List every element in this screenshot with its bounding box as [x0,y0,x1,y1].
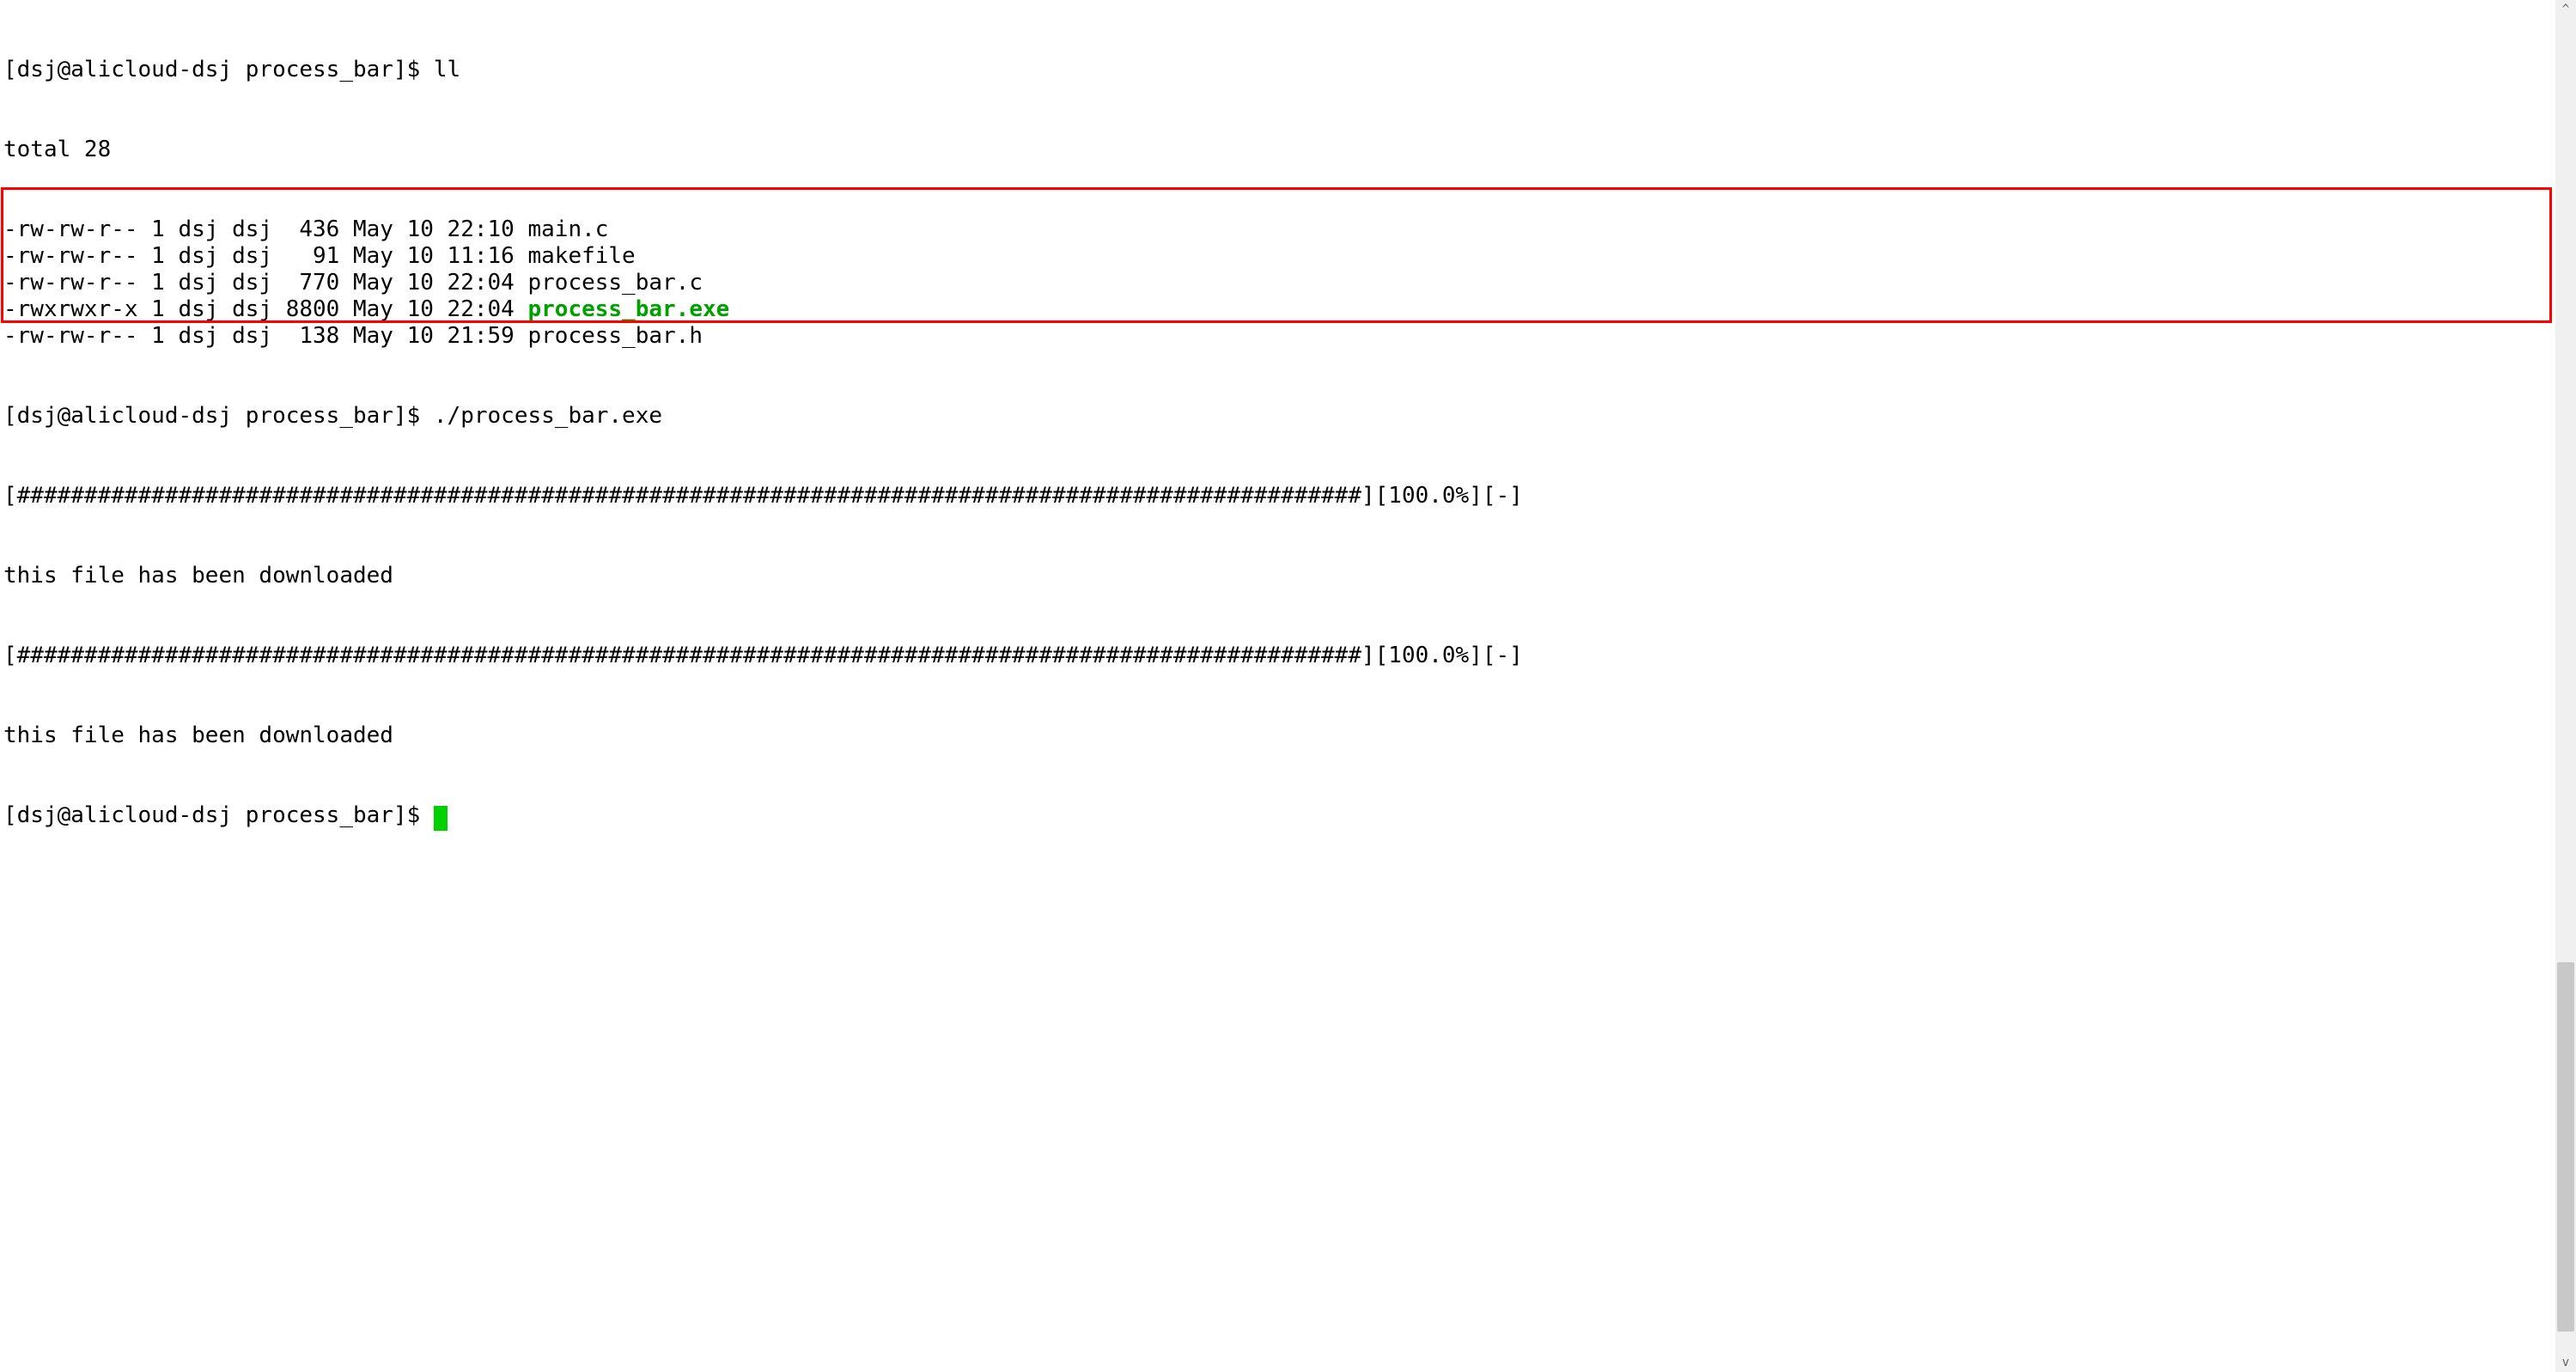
prompt-line-run: [dsj@alicloud-dsj process_bar]$ ./proces… [3,403,2573,430]
file-listing-row: -rw-rw-r-- 1 dsj dsj 138 May 10 21:59 pr… [3,323,2573,350]
file-listing-row: -rwxrwxr-x 1 dsj dsj 8800 May 10 22:04 p… [3,296,2573,323]
file-name: process_bar.h [527,323,703,349]
done-line-1: this file has been downloaded [3,563,2573,589]
terminal-output[interactable]: [dsj@alicloud-dsj process_bar]$ ll total… [0,0,2576,882]
terminal-viewport: [dsj@alicloud-dsj process_bar]$ ll total… [0,0,2576,1372]
prompt-line-empty: [dsj@alicloud-dsj process_bar]$ [3,802,2573,829]
prompt-text: [dsj@alicloud-dsj process_bar]$ [3,403,434,429]
file-listing-row: -rw-rw-r-- 1 dsj dsj 770 May 10 22:04 pr… [3,270,2573,296]
prompt-text: [dsj@alicloud-dsj process_bar]$ [3,57,434,82]
scroll-up-arrow-icon[interactable]: ^ [2555,0,2576,19]
file-name: makefile [527,243,635,269]
command-run: ./process_bar.exe [434,403,662,429]
scrollbar-track[interactable]: ^ v [2555,0,2576,1372]
file-name: process_bar.c [527,270,703,296]
progress-line-1: [#######################################… [3,483,2573,509]
file-listing-row: -rw-rw-r-- 1 dsj dsj 436 May 10 22:10 ma… [3,216,2573,243]
scrollbar-thumb[interactable] [2557,962,2574,1332]
file-meta: -rw-rw-r-- 1 dsj dsj 436 May 10 22:10 [3,216,527,242]
file-listing-row: -rw-rw-r-- 1 dsj dsj 91 May 10 11:16 mak… [3,243,2573,270]
progress-line-2: [#######################################… [3,643,2573,669]
cursor-icon [434,806,448,831]
done-line-2: this file has been downloaded [3,723,2573,749]
prompt-line-ll: [dsj@alicloud-dsj process_bar]$ ll [3,57,2573,83]
file-meta: -rw-rw-r-- 1 dsj dsj 770 May 10 22:04 [3,270,527,296]
prompt-text: [dsj@alicloud-dsj process_bar]$ [3,802,434,828]
total-line: total 28 [3,137,2573,163]
file-meta: -rwxrwxr-x 1 dsj dsj 8800 May 10 22:04 [3,296,527,322]
file-name: main.c [527,216,608,242]
scroll-down-arrow-icon[interactable]: v [2555,1353,2576,1372]
command-ll: ll [434,57,460,82]
file-name-executable: process_bar.exe [527,296,729,322]
file-meta: -rw-rw-r-- 1 dsj dsj 138 May 10 21:59 [3,323,527,349]
file-meta: -rw-rw-r-- 1 dsj dsj 91 May 10 11:16 [3,243,527,269]
